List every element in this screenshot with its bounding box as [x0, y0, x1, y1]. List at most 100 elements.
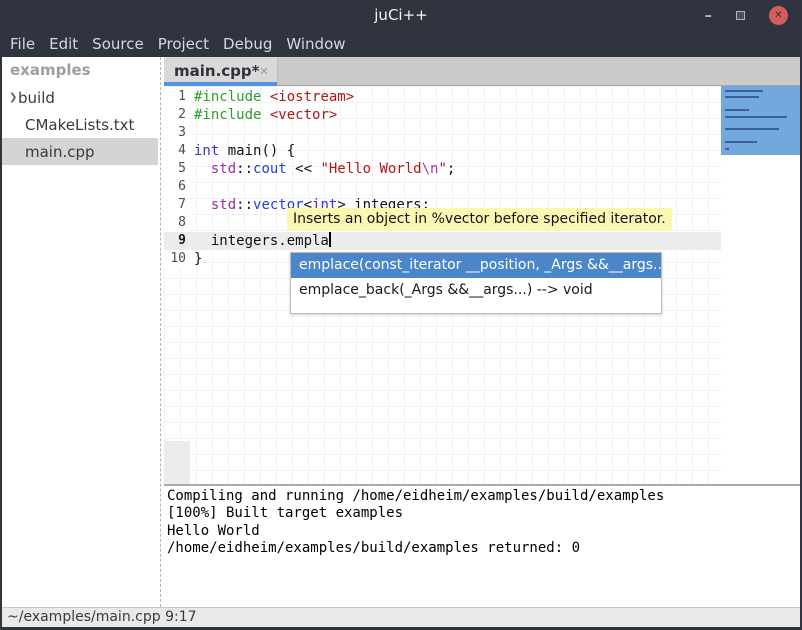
file-tree-sidebar: examples ❯build CMakeLists.txt main.cpp — [2, 57, 158, 607]
token-plain: integers.empla — [194, 233, 329, 249]
token-plain: main() { — [219, 143, 295, 159]
line-number: 6 — [164, 178, 190, 196]
line-number: 10 — [164, 250, 190, 268]
autocomplete-popup: emplace(const_iterator __position, _Args… — [290, 252, 662, 314]
line-number: 7 — [164, 196, 190, 214]
output-line: /home/eidheim/examples/build/examples re… — [167, 540, 800, 557]
menu-source[interactable]: Source — [85, 35, 151, 53]
text-cursor — [329, 232, 331, 247]
titlebar: juCi++ – ✕ — [0, 0, 802, 30]
restore-icon[interactable] — [736, 11, 745, 20]
sidebar-item-build[interactable]: ❯build — [2, 84, 158, 111]
token-str: <vector> — [270, 107, 337, 123]
minimap-code-line — [725, 141, 757, 143]
menu-project[interactable]: Project — [151, 35, 216, 53]
token-fn: cout — [253, 161, 287, 177]
output-line: [100%] Built target examples — [167, 505, 800, 522]
token-str: <iostream> — [270, 89, 354, 105]
app-window: juCi++ – ✕ FileEditSourceProjectDebugWin… — [0, 0, 802, 630]
code-line[interactable]: 6 — [164, 178, 800, 196]
code-text — [190, 124, 194, 142]
tree-item-label: main.cpp — [25, 143, 95, 161]
minimap-code-line — [725, 109, 749, 111]
token-str: " — [438, 161, 446, 177]
menu-edit[interactable]: Edit — [42, 35, 85, 53]
tab-main-cpp[interactable]: main.cpp* ✕ — [164, 57, 278, 85]
menu-window[interactable]: Window — [279, 35, 352, 53]
status-file-position: ~/examples/main.cpp 9:17 — [7, 609, 197, 625]
token-plain — [261, 107, 269, 123]
line-number: 9 — [164, 232, 190, 250]
token-ns: std — [211, 197, 236, 213]
code-line[interactable]: 4int main() { — [164, 142, 800, 160]
output-line: Compiling and running /home/eidheim/exam… — [167, 488, 800, 505]
file-tree: ❯build CMakeLists.txt main.cpp — [2, 84, 158, 165]
sidebar-item-main.cpp[interactable]: main.cpp — [2, 138, 158, 165]
gutter-end-block — [164, 441, 190, 484]
statusbar: ~/examples/main.cpp 9:17 — [2, 607, 800, 627]
token-kw: int — [194, 143, 219, 159]
minimap[interactable] — [721, 86, 800, 484]
code-text: std::cout << "Hello World\n"; — [190, 160, 455, 178]
minimap-code-line — [725, 90, 763, 92]
minimize-icon[interactable]: – — [705, 10, 713, 20]
code-text: int main() { — [190, 142, 295, 160]
code-line[interactable]: 3 — [164, 124, 800, 142]
line-number: 4 — [164, 142, 190, 160]
close-icon[interactable]: ✕ — [769, 6, 788, 25]
code-text — [190, 214, 194, 232]
output-line: Hello World — [167, 523, 800, 540]
token-plain — [261, 89, 269, 105]
code-text: } — [190, 250, 202, 268]
build-output-panel[interactable]: Compiling and running /home/eidheim/exam… — [164, 486, 800, 607]
line-number: 1 — [164, 88, 190, 106]
code-line[interactable]: 5 std::cout << "Hello World\n"; — [164, 160, 800, 178]
token-plain: :: — [236, 197, 253, 213]
content-area: examples ❯build CMakeLists.txt main.cpp ma… — [2, 57, 800, 607]
minimap-visible-region[interactable] — [721, 86, 800, 155]
tree-item-label: build — [18, 89, 55, 107]
token-plain — [194, 197, 211, 213]
token-ns: std — [211, 161, 236, 177]
token-esc: \n — [422, 161, 439, 177]
code-rows: 1#include <iostream>2#include <vector>34… — [164, 88, 800, 268]
code-text: integers.empla — [190, 232, 331, 250]
chevron-right-icon[interactable]: ❯ — [2, 92, 18, 103]
main-pane: main.cpp* ✕ 1#include <iostream>2#includ… — [164, 57, 800, 607]
token-str: "Hello World — [320, 161, 421, 177]
code-editor[interactable]: 1#include <iostream>2#include <vector>34… — [164, 86, 800, 484]
completion-item[interactable]: emplace_back(_Args &&__args...) --> void — [291, 278, 661, 303]
code-line[interactable]: 9 integers.empla — [164, 232, 800, 250]
code-line[interactable]: 2#include <vector> — [164, 106, 800, 124]
token-plain — [194, 161, 211, 177]
minimap-code-line — [725, 148, 729, 150]
token-plain: :: — [236, 161, 253, 177]
minimap-code-line — [725, 128, 779, 130]
project-name: examples — [2, 57, 158, 84]
menu-file[interactable]: File — [3, 35, 42, 53]
token-pp: #include — [194, 107, 261, 123]
sidebar-item-cmakelists.txt[interactable]: CMakeLists.txt — [2, 111, 158, 138]
token-plain: << — [287, 161, 321, 177]
tabbar: main.cpp* ✕ — [164, 57, 800, 86]
window-title: juCi++ — [0, 0, 802, 30]
tree-item-label: CMakeLists.txt — [25, 116, 134, 134]
doc-tooltip: Inserts an object in %vector before spec… — [287, 208, 672, 231]
line-number: 8 — [164, 214, 190, 232]
line-number: 2 — [164, 106, 190, 124]
code-line[interactable]: 1#include <iostream> — [164, 88, 800, 106]
completion-item[interactable]: emplace(const_iterator __position, _Args… — [291, 253, 661, 278]
window-controls: – ✕ — [705, 0, 789, 30]
token-pp: #include — [194, 89, 261, 105]
code-text: #include <iostream> — [190, 88, 354, 106]
tab-label: main.cpp* — [174, 62, 259, 80]
code-text: #include <vector> — [190, 106, 337, 124]
token-plain: ; — [447, 161, 455, 177]
minimap-code-line — [725, 96, 759, 98]
code-text — [190, 178, 194, 196]
token-plain: } — [194, 251, 202, 267]
menubar: FileEditSourceProjectDebugWindow — [0, 30, 802, 57]
tab-close-icon[interactable]: ✕ — [259, 65, 268, 78]
menu-debug[interactable]: Debug — [216, 35, 279, 53]
minimap-code-line — [725, 116, 787, 118]
